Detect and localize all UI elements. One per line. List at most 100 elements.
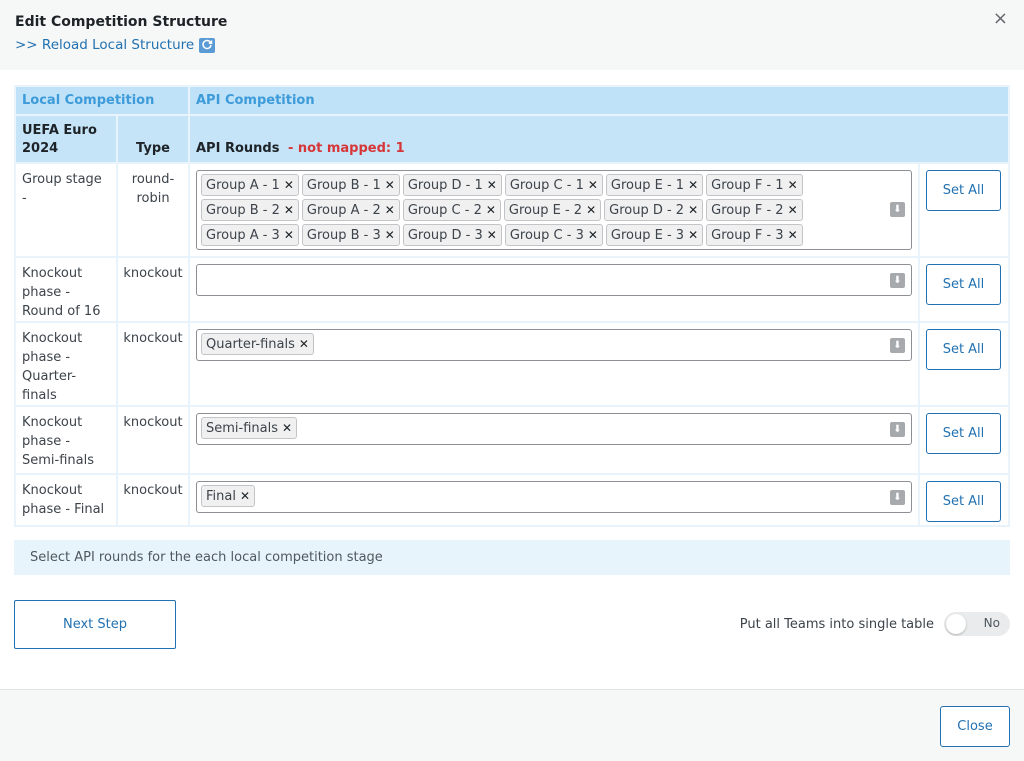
api-rounds-cell: Quarter-finals ✕ ⬇ bbox=[190, 323, 918, 405]
stage-name: Knockout phase - Round of 16 bbox=[16, 258, 116, 321]
round-tag: Semi-finals ✕ bbox=[201, 417, 298, 439]
reload-local-structure-link[interactable]: >> Reload Local Structure bbox=[15, 36, 216, 54]
tag-label: Group F - 1 bbox=[711, 177, 784, 193]
remove-tag-icon[interactable]: ✕ bbox=[688, 228, 698, 242]
round-tag: Group A - 3 ✕ bbox=[201, 224, 299, 246]
remove-tag-icon[interactable]: ✕ bbox=[284, 178, 294, 192]
api-rounds-select[interactable]: Quarter-finals ✕ ⬇ bbox=[196, 329, 912, 361]
remove-tag-icon[interactable]: ✕ bbox=[788, 178, 798, 192]
remove-tag-icon[interactable]: ✕ bbox=[588, 228, 598, 242]
remove-tag-icon[interactable]: ✕ bbox=[284, 203, 294, 217]
table-row: Group stage - round-robin Group A - 1 ✕ G… bbox=[16, 164, 1008, 256]
competition-structure-table: Local Competition API Competition UEFA E… bbox=[14, 85, 1010, 527]
single-table-toggle[interactable]: No bbox=[944, 612, 1010, 636]
stage-type: knockout bbox=[118, 475, 188, 525]
local-competition-name: UEFA Euro 2024 bbox=[16, 116, 116, 162]
set-all-cell: Set All bbox=[920, 475, 1008, 525]
tag-label: Group B - 1 bbox=[306, 177, 381, 193]
remove-tag-icon[interactable]: ✕ bbox=[688, 203, 698, 217]
modal-footer: Close bbox=[0, 689, 1024, 761]
dropdown-arrow-icon[interactable]: ⬇ bbox=[890, 273, 905, 288]
dropdown-arrow-icon[interactable]: ⬇ bbox=[890, 338, 905, 353]
instruction-hint: Select API rounds for the each local com… bbox=[14, 540, 1010, 575]
remove-tag-icon[interactable]: ✕ bbox=[688, 178, 698, 192]
api-rounds-select[interactable]: Final ✕ ⬇ bbox=[196, 481, 912, 513]
remove-tag-icon[interactable]: ✕ bbox=[487, 228, 497, 242]
table-row: Knockout phase - Quarter-finals knockout… bbox=[16, 323, 1008, 405]
set-all-button[interactable]: Set All bbox=[926, 264, 1001, 305]
set-all-cell: Set All bbox=[920, 323, 1008, 405]
remove-tag-icon[interactable]: ✕ bbox=[788, 228, 798, 242]
toggle-knob bbox=[946, 614, 966, 634]
remove-tag-icon[interactable]: ✕ bbox=[588, 178, 598, 192]
stage-type: knockout bbox=[118, 407, 188, 473]
set-all-cell: Set All bbox=[920, 407, 1008, 473]
stage-name: Group stage - bbox=[16, 164, 116, 256]
round-tag: Group D - 2 ✕ bbox=[604, 199, 704, 221]
toggle-value: No bbox=[983, 616, 1000, 630]
tag-label: Group E - 1 bbox=[610, 177, 685, 193]
stage-type: knockout bbox=[118, 323, 188, 405]
close-button[interactable]: Close bbox=[940, 706, 1010, 747]
api-rounds-cell: Final ✕ ⬇ bbox=[190, 475, 918, 525]
set-all-button[interactable]: Set All bbox=[926, 170, 1001, 211]
dropdown-arrow-icon[interactable]: ⬇ bbox=[890, 422, 905, 437]
set-all-cell: Set All bbox=[920, 258, 1008, 321]
single-table-toggle-label: Put all Teams into single table bbox=[739, 616, 934, 632]
modal-header: Edit Competition Structure >> Reload Loc… bbox=[0, 0, 1024, 70]
tag-label: Group F - 2 bbox=[711, 202, 784, 218]
remove-tag-icon[interactable]: ✕ bbox=[486, 203, 496, 217]
set-all-button[interactable]: Set All bbox=[926, 413, 1001, 454]
api-competition-header: API Competition bbox=[190, 87, 1008, 114]
tag-label: Group D - 2 bbox=[609, 202, 685, 218]
dropdown-arrow-icon[interactable]: ⬇ bbox=[890, 490, 905, 505]
remove-tag-icon[interactable]: ✕ bbox=[385, 203, 395, 217]
api-rounds-select[interactable]: Group A - 1 ✕ Group B - 1 ✕ Group D - 1 ✕ G… bbox=[196, 170, 912, 250]
tag-label: Group C - 3 bbox=[509, 227, 584, 243]
tag-label: Group B - 2 bbox=[206, 202, 280, 218]
api-rounds-select[interactable]: Semi-finals ✕ ⬇ bbox=[196, 413, 912, 445]
reload-link-label: >> Reload Local Structure bbox=[15, 37, 195, 53]
api-rounds-cell: Group A - 1 ✕ Group B - 1 ✕ Group D - 1 ✕ G… bbox=[190, 164, 918, 256]
round-tag: Group B - 1 ✕ bbox=[301, 174, 400, 196]
tag-label: Semi-finals bbox=[206, 420, 278, 436]
refresh-icon bbox=[199, 37, 216, 53]
round-tag: Group E - 2 ✕ bbox=[503, 199, 602, 221]
remove-tag-icon[interactable]: ✕ bbox=[284, 228, 294, 242]
remove-tag-icon[interactable]: ✕ bbox=[788, 203, 798, 217]
round-tag: Group A - 2 ✕ bbox=[301, 199, 400, 221]
local-competition-header: Local Competition bbox=[16, 87, 188, 114]
close-icon[interactable]: × bbox=[993, 10, 1008, 28]
api-rounds-header: API Rounds - not mapped: 1 bbox=[190, 116, 1008, 162]
round-tag: Group D - 1 ✕ bbox=[402, 174, 502, 196]
remove-tag-icon[interactable]: ✕ bbox=[385, 228, 395, 242]
stage-name: Knockout phase - Quarter-finals bbox=[16, 323, 116, 405]
round-tag: Group A - 1 ✕ bbox=[201, 174, 299, 196]
remove-tag-icon[interactable]: ✕ bbox=[299, 337, 309, 351]
next-step-button[interactable]: Next Step bbox=[14, 600, 176, 649]
round-tag: Group F - 2 ✕ bbox=[706, 199, 803, 221]
set-all-cell: Set All bbox=[920, 164, 1008, 256]
remove-tag-icon[interactable]: ✕ bbox=[385, 178, 395, 192]
dropdown-arrow-icon[interactable]: ⬇ bbox=[890, 202, 905, 217]
tag-label: Quarter-finals bbox=[206, 336, 295, 352]
remove-tag-icon[interactable]: ✕ bbox=[487, 178, 497, 192]
remove-tag-icon[interactable]: ✕ bbox=[586, 203, 596, 217]
round-tag: Group D - 3 ✕ bbox=[402, 224, 502, 246]
api-rounds-cell: Semi-finals ✕ ⬇ bbox=[190, 407, 918, 473]
tag-label: Group B - 3 bbox=[306, 227, 381, 243]
table-row: Knockout phase - Round of 16 knockout ⬇ … bbox=[16, 258, 1008, 321]
api-rounds-select[interactable]: ⬇ bbox=[196, 264, 912, 296]
remove-tag-icon[interactable]: ✕ bbox=[240, 489, 250, 503]
set-all-button[interactable]: Set All bbox=[926, 329, 1001, 370]
tag-label: Group F - 3 bbox=[711, 227, 784, 243]
round-tag: Group C - 3 ✕ bbox=[504, 224, 603, 246]
tag-label: Group D - 3 bbox=[407, 227, 483, 243]
round-tag: Group C - 2 ✕ bbox=[402, 199, 501, 221]
set-all-button[interactable]: Set All bbox=[926, 481, 1001, 522]
stage-type: round-robin bbox=[118, 164, 188, 256]
round-tag: Group B - 2 ✕ bbox=[201, 199, 299, 221]
tag-label: Group A - 3 bbox=[206, 227, 280, 243]
remove-tag-icon[interactable]: ✕ bbox=[282, 421, 292, 435]
tag-label: Group C - 2 bbox=[407, 202, 482, 218]
